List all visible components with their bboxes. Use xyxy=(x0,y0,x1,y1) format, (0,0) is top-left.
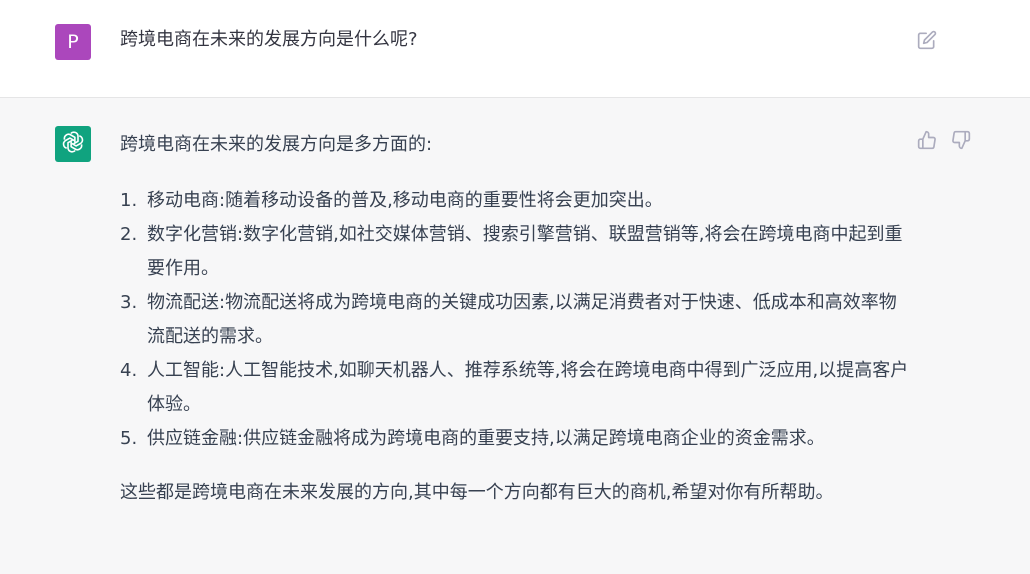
edit-icon[interactable] xyxy=(917,30,937,50)
list-number: 2. xyxy=(120,224,138,245)
assistant-avatar xyxy=(55,126,91,162)
openai-logo-icon xyxy=(61,130,85,158)
list-item: 2. 数字化营销:数字化营销,如社交媒体营销、搜索引擎营销、联盟营销等,将会在跨… xyxy=(120,218,910,286)
assistant-intro: 跨境电商在未来的发展方向是多方面的: xyxy=(120,134,433,155)
assistant-message-body: 跨境电商在未来的发展方向是多方面的: 1. 移动电商:随着移动设备的普及,移动电… xyxy=(120,128,910,510)
list-number: 5. xyxy=(120,428,138,449)
user-avatar: P xyxy=(55,24,91,60)
thumbs-up-icon[interactable] xyxy=(917,130,937,150)
direction-list: 1. 移动电商:随着移动设备的普及,移动电商的重要性将会更加突出。 2. 数字化… xyxy=(120,184,910,456)
list-number: 3. xyxy=(120,292,138,313)
list-number: 4. xyxy=(120,360,138,381)
list-item: 5. 供应链金融:供应链金融将成为跨境电商的重要支持,以满足跨境电商企业的资金需… xyxy=(120,422,910,456)
list-text: 人工智能:人工智能技术,如聊天机器人、推荐系统等,将会在跨境电商中得到广泛应用,… xyxy=(147,360,909,415)
user-message-row: P 跨境电商在未来的发展方向是什么呢? xyxy=(0,0,1030,98)
thumbs-down-icon[interactable] xyxy=(951,130,971,150)
list-text: 物流配送:物流配送将成为跨境电商的关键成功因素,以满足消费者对于快速、低成本和高… xyxy=(147,292,897,347)
list-item: 1. 移动电商:随着移动设备的普及,移动电商的重要性将会更加突出。 xyxy=(120,184,910,218)
list-number: 1. xyxy=(120,190,138,211)
avatar-letter: P xyxy=(67,31,79,53)
list-item: 4. 人工智能:人工智能技术,如聊天机器人、推荐系统等,将会在跨境电商中得到广泛… xyxy=(120,354,910,422)
list-text: 移动电商:随着移动设备的普及,移动电商的重要性将会更加突出。 xyxy=(147,190,663,211)
assistant-outro: 这些都是跨境电商在未来发展的方向,其中每一个方向都有巨大的商机,希望对你有所帮助… xyxy=(120,482,834,503)
list-text: 供应链金融:供应链金融将成为跨境电商的重要支持,以满足跨境电商企业的资金需求。 xyxy=(147,428,825,449)
user-message-text: 跨境电商在未来的发展方向是什么呢? xyxy=(120,29,418,50)
list-text: 数字化营销:数字化营销,如社交媒体营销、搜索引擎营销、联盟营销等,将会在跨境电商… xyxy=(147,224,903,279)
list-item: 3. 物流配送:物流配送将成为跨境电商的关键成功因素,以满足消费者对于快速、低成… xyxy=(120,286,910,354)
